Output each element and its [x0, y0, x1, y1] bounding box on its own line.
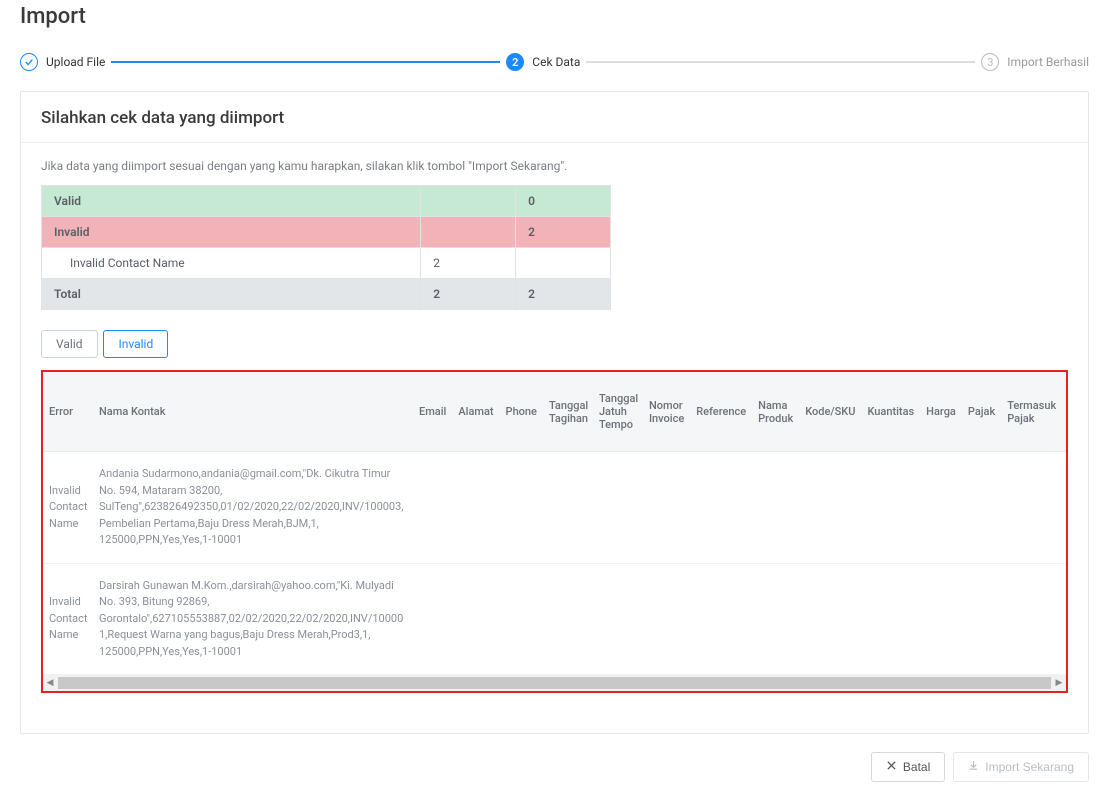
step-label: Cek Data	[532, 55, 580, 69]
col-nomor-invoice: Nomor Invoice	[643, 372, 690, 452]
import-now-button[interactable]: Import Sekarang	[953, 752, 1089, 782]
col-tanggal-tagihan: Tanggal Tagihan	[543, 372, 593, 452]
cell-nama-kontak: Andania Sudarmono,andania@gmail.com,"Dk.…	[93, 452, 413, 564]
summary-value: 2	[421, 248, 516, 279]
col-kode-sku: Kode/SKU	[799, 372, 861, 452]
col-termasuk-pajak: Termasuk Pajak	[1001, 372, 1061, 452]
summary-row-total: Total 2 2	[42, 279, 611, 310]
invalid-records-panel: Error Nama Kontak Email Alamat Phone Tan…	[41, 370, 1068, 693]
summary-label: Total	[42, 279, 421, 310]
col-reference: Reference	[690, 372, 752, 452]
step-number-icon: 2	[506, 53, 524, 71]
action-bar: Batal Import Sekarang	[20, 752, 1089, 782]
col-email: Email	[413, 372, 452, 452]
step-import-berhasil: 3 Import Berhasil	[981, 53, 1089, 71]
summary-row-sub: Invalid Contact Name 2	[42, 248, 611, 279]
close-icon	[886, 760, 897, 774]
summary-label: Valid	[42, 186, 421, 217]
summary-value: 2	[516, 217, 611, 248]
summary-table: Valid 0 Invalid 2 Invalid Contact Name 2…	[41, 185, 611, 310]
col-lunas: Lunas	[1061, 372, 1066, 452]
step-cek-data: 2 Cek Data	[506, 53, 580, 71]
step-number-icon: 3	[981, 53, 999, 71]
scroll-right-icon[interactable]: ▶	[1052, 678, 1066, 688]
step-upload-file: Upload File	[20, 53, 105, 71]
summary-value: 2	[516, 279, 611, 310]
import-icon	[968, 760, 979, 774]
step-label: Upload File	[46, 55, 105, 69]
tab-valid[interactable]: Valid	[41, 330, 98, 358]
col-kuantitas: Kuantitas	[861, 372, 920, 452]
step-label: Import Berhasil	[1007, 55, 1089, 69]
cell-error: Invalid Contact Name	[43, 563, 93, 675]
cell-nama-kontak: Darsirah Gunawan M.Kom.,darsirah@yahoo.c…	[93, 563, 413, 675]
check-icon	[20, 53, 38, 71]
check-data-card: Silahkan cek data yang diimport Jika dat…	[20, 91, 1089, 734]
cell-error: Invalid Contact Name	[43, 452, 93, 564]
button-label: Batal	[903, 760, 930, 774]
summary-value: 2	[421, 279, 516, 310]
table-row: Invalid Contact Name Darsirah Gunawan M.…	[43, 563, 1066, 675]
col-nama-produk: Nama Produk	[752, 372, 799, 452]
summary-label: Invalid Contact Name	[42, 248, 421, 279]
button-label: Import Sekarang	[985, 760, 1074, 774]
col-harga: Harga	[920, 372, 962, 452]
table-row: Invalid Contact Name Andania Sudarmono,a…	[43, 452, 1066, 564]
page-title: Import	[20, 4, 1089, 29]
summary-row-valid: Valid 0	[42, 186, 611, 217]
col-tanggal-jatuh-tempo: Tanggal Jatuh Tempo	[593, 372, 643, 452]
stepper: Upload File 2 Cek Data 3 Import Berhasil	[20, 53, 1089, 71]
card-title: Silahkan cek data yang diimport	[21, 92, 1088, 143]
helper-text: Jika data yang diimport sesuai dengan ya…	[41, 159, 1068, 173]
step-connector	[111, 61, 500, 63]
summary-value	[516, 248, 611, 279]
summary-value: 0	[516, 186, 611, 217]
scroll-left-icon[interactable]: ◀	[43, 678, 57, 688]
col-pajak: Pajak	[962, 372, 1001, 452]
cancel-button[interactable]: Batal	[871, 752, 945, 782]
summary-label: Invalid	[42, 217, 421, 248]
scrollbar-thumb[interactable]	[58, 677, 1051, 689]
summary-value	[421, 186, 516, 217]
col-alamat: Alamat	[452, 372, 499, 452]
col-error: Error	[43, 372, 93, 452]
col-nama-kontak: Nama Kontak	[93, 372, 413, 452]
invalid-records-table: Error Nama Kontak Email Alamat Phone Tan…	[43, 372, 1066, 675]
summary-row-invalid: Invalid 2	[42, 217, 611, 248]
col-phone: Phone	[500, 372, 543, 452]
horizontal-scrollbar[interactable]: ◀ ▶	[43, 675, 1066, 691]
step-connector	[586, 61, 975, 63]
datatable-scroll[interactable]: Error Nama Kontak Email Alamat Phone Tan…	[43, 372, 1066, 675]
summary-value	[421, 217, 516, 248]
tab-invalid[interactable]: Invalid	[103, 330, 168, 358]
validity-tabs: Valid Invalid	[41, 330, 1068, 358]
